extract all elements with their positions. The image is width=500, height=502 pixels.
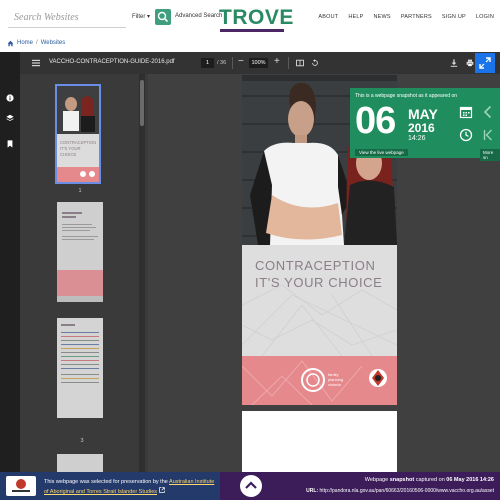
thumbnail-page-preview	[57, 318, 103, 418]
snapshot-capture-date: 06 May 2016 14:26	[446, 477, 494, 483]
chevron-up-icon	[245, 481, 257, 489]
breadcrumb-home[interactable]: Home	[17, 40, 33, 46]
top-nav: ABOUT HELP NEWS PARTNERS SIGN UP LOGIN	[318, 14, 494, 20]
snapshot-caption: This is a webpage snapshot as it appeare…	[355, 93, 458, 99]
snapshot-url[interactable]: http://pandora.nla.gov.au/pan/60663/2016…	[320, 488, 494, 494]
thumbnail-number: 1	[78, 188, 82, 194]
cover-footer-band: family planning victoria	[242, 356, 397, 405]
fullscreen-button[interactable]	[475, 53, 495, 73]
expand-icon	[479, 57, 491, 69]
home-icon	[7, 40, 14, 46]
filter-label: Filter	[132, 14, 146, 20]
external-link-icon[interactable]	[158, 487, 165, 493]
thumbnail-page-4[interactable]	[57, 454, 103, 472]
aiatsis-logo-image	[12, 479, 30, 492]
thumbnail-scrollbar[interactable]	[139, 74, 145, 472]
preservation-prefix: This webpage was selected for preservati…	[44, 479, 170, 485]
filter-dropdown[interactable]: Filter ▾	[132, 13, 150, 20]
toolbar-divider	[232, 57, 233, 69]
svg-text:victoria: victoria	[328, 382, 341, 387]
snapshot-url-line: URL: http://pandora.nla.gov.au/pan/60663…	[306, 488, 494, 494]
first-snapshot-icon[interactable]	[481, 128, 495, 142]
back-to-top-button[interactable]	[240, 475, 262, 497]
svg-text:IT'S YOUR: IT'S YOUR	[60, 146, 81, 151]
zoom-out-button[interactable]: −	[238, 56, 244, 67]
bookmark-icon[interactable]	[6, 140, 14, 148]
snapshot-month: MAY	[408, 106, 438, 122]
snapshot-year: 2016	[408, 121, 435, 135]
search-input[interactable]	[8, 8, 126, 28]
preservation-footer: This webpage was selected for preservati…	[0, 472, 220, 500]
nav-about[interactable]: ABOUT	[318, 14, 338, 20]
partner-logos: family planning victoria	[242, 360, 387, 405]
rotate-icon[interactable]	[311, 59, 319, 67]
thumbnail-page-1[interactable]: CONTRACEPTION IT'S YOUR CHOICE	[55, 84, 101, 184]
cover-subtitle: IT'S YOUR CHOICE	[255, 275, 383, 290]
snapshot-capture-line: Webpage snapshot captured on 06 May 2016…	[365, 477, 494, 483]
scrollbar-thumb[interactable]	[140, 80, 144, 126]
thumbnail-panel: CONTRACEPTION IT'S YOUR CHOICE 1 3	[20, 74, 148, 472]
caret-down-icon: ▾	[147, 14, 151, 20]
snapshot-label: Webpage	[364, 477, 390, 483]
download-icon[interactable]	[450, 59, 458, 67]
search-button[interactable]	[155, 9, 171, 25]
thumbnail-cover-image: CONTRACEPTION IT'S YOUR CHOICE	[57, 86, 99, 182]
info-icon[interactable]	[6, 94, 14, 102]
trove-logo[interactable]: TROVE	[219, 6, 293, 32]
breadcrumb-websites[interactable]: Websites	[41, 40, 66, 46]
zoom-in-button[interactable]: +	[274, 56, 280, 67]
nav-help[interactable]: HELP	[348, 14, 363, 20]
site-header: Filter ▾ Advanced Search TROVE ABOUT HEL…	[0, 0, 500, 36]
snapshot-day: 06	[355, 100, 396, 142]
page-number-input[interactable]: 1	[201, 58, 214, 68]
svg-text:CONTRACEPTION: CONTRACEPTION	[60, 140, 96, 145]
logo-underline	[220, 29, 284, 32]
previous-snapshot-icon[interactable]	[481, 105, 495, 119]
thumbnail-number: 3	[80, 438, 84, 444]
calendar-icon[interactable]	[459, 105, 473, 119]
fit-page-icon[interactable]	[296, 59, 304, 67]
snapshot-mid: captured on	[414, 477, 447, 483]
snapshot-bold-label: snapshot	[389, 477, 415, 483]
viewer-side-rail	[0, 52, 20, 472]
thumbnail-page-preview	[57, 202, 103, 302]
document-title: VACCHO-CONTRACEPTION-GUIDE-2016.pdf	[49, 59, 175, 65]
breadcrumb-separator: /	[36, 40, 38, 46]
thumbnail-page-3[interactable]	[57, 318, 103, 418]
page-total: / 36	[217, 60, 227, 66]
advanced-search-link[interactable]: Advanced Search	[175, 13, 222, 19]
snapshot-time: 14:26	[408, 135, 426, 142]
zoom-level[interactable]: 100%	[249, 58, 268, 68]
toolbar-divider	[288, 57, 289, 69]
nav-news[interactable]: NEWS	[374, 14, 391, 20]
nav-sign-up[interactable]: SIGN UP	[442, 14, 466, 20]
more-snapshots-button[interactable]: More sn	[480, 149, 500, 161]
cover-title: CONTRACEPTION	[255, 258, 376, 273]
nav-partners[interactable]: PARTNERS	[401, 14, 432, 20]
view-live-webpage-button[interactable]: View the live webpage	[355, 149, 408, 156]
pdf-page-2	[242, 411, 397, 472]
aiatsis-logo	[6, 476, 36, 496]
clock-icon[interactable]	[459, 128, 473, 142]
search-icon	[157, 11, 169, 23]
nav-login[interactable]: LOGIN	[476, 14, 494, 20]
logo-text: TROVE	[219, 6, 294, 29]
svg-text:CHOICE: CHOICE	[60, 152, 76, 157]
pdf-toolbar: VACCHO-CONTRACEPTION-GUIDE-2016.pdf 1 / …	[20, 52, 500, 74]
snapshot-banner: This is a webpage snapshot as it appeare…	[350, 88, 500, 161]
layers-icon[interactable]	[6, 114, 14, 122]
thumbnail-page-2[interactable]	[57, 202, 103, 302]
breadcrumb: Home / Websites	[7, 38, 65, 48]
preservation-text: This webpage was selected for preservati…	[44, 478, 220, 497]
url-label: URL:	[306, 488, 319, 494]
print-icon[interactable]	[466, 59, 474, 67]
menu-icon[interactable]	[32, 59, 40, 67]
